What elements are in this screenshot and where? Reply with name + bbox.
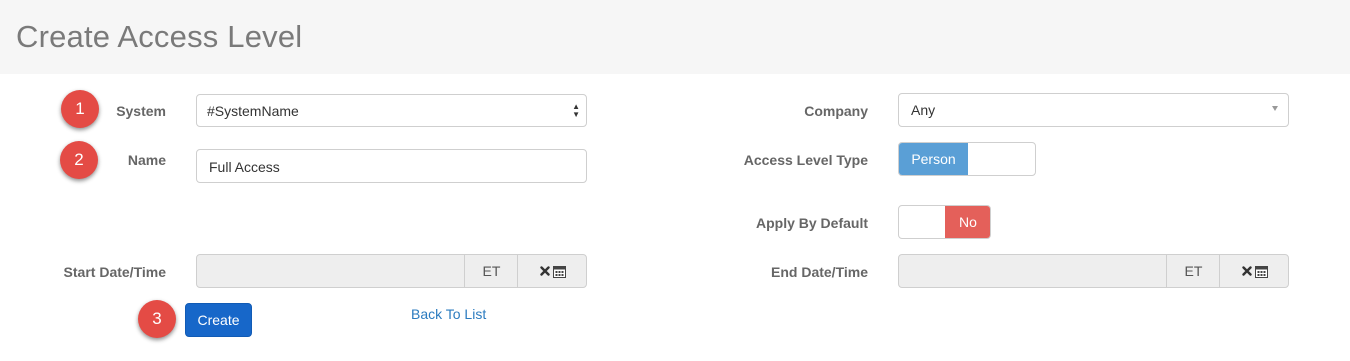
start-timezone: ET: [464, 255, 518, 287]
name-label: Name: [127, 152, 166, 168]
apply-by-default-toggle[interactable]: No: [898, 205, 991, 239]
start-calendar-button[interactable]: [517, 255, 586, 287]
clear-icon: [539, 266, 550, 276]
start-datetime-field[interactable]: ET: [196, 254, 587, 288]
dropdown-caret-icon: [1272, 106, 1278, 111]
apply-by-default-label: Apply By Default: [755, 215, 868, 231]
step-marker-2: 2: [60, 141, 98, 179]
create-button[interactable]: Create: [185, 303, 252, 337]
name-field[interactable]: Full Access: [196, 149, 587, 183]
back-to-list-link[interactable]: Back To List: [411, 306, 486, 322]
name-field-value: Full Access: [209, 159, 280, 175]
page-header: Create Access Level: [0, 0, 1350, 74]
start-calendar-icons: [539, 265, 566, 278]
clear-icon: [1241, 266, 1252, 276]
calendar-icon: [552, 265, 566, 278]
company-label: Company: [804, 103, 868, 119]
company-select[interactable]: Any: [898, 93, 1289, 127]
access-level-type-selected[interactable]: Person: [899, 143, 968, 175]
access-level-type-label: Access Level Type: [743, 152, 868, 168]
end-calendar-button[interactable]: [1219, 255, 1288, 287]
system-select[interactable]: #SystemName ▲ ▼: [196, 94, 587, 127]
sort-arrows-icon: ▲ ▼: [572, 102, 580, 119]
end-datetime-label: End Date/Time: [771, 264, 868, 280]
start-timezone-text: ET: [482, 263, 501, 279]
calendar-icon: [1254, 265, 1268, 278]
company-select-value: Any: [911, 102, 936, 118]
access-level-type-toggle[interactable]: Person: [898, 142, 1036, 176]
end-timezone: ET: [1166, 255, 1220, 287]
step-marker-1: 1: [61, 90, 99, 128]
step-marker-3: 3: [138, 300, 176, 338]
end-timezone-text: ET: [1184, 263, 1203, 279]
page-title: Create Access Level: [16, 19, 303, 54]
end-calendar-icons: [1241, 265, 1268, 278]
system-label: System: [116, 103, 166, 119]
start-datetime-label: Start Date/Time: [63, 264, 166, 280]
system-select-value: #SystemName: [207, 103, 299, 119]
apply-by-default-selected[interactable]: No: [945, 206, 990, 238]
end-datetime-field[interactable]: ET: [898, 254, 1289, 288]
